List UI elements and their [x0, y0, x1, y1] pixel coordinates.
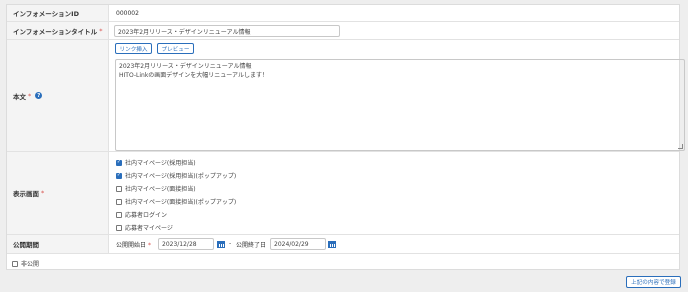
body-label: 本文 *?	[7, 40, 109, 151]
body-row: 本文 *? リンク挿入 プレビュー 2023年2月リリース・デザインリニューアル情…	[7, 40, 685, 152]
body-textarea[interactable]: 2023年2月リリース・デザインリニューアル情報 HITO-Linkの画面デザイ…	[115, 59, 685, 151]
preview-button[interactable]: プレビュー	[157, 43, 194, 54]
checkbox-icon[interactable]	[116, 185, 122, 192]
body-line-2: HITO-Linkの画面デザインを大幅リニューアルします！	[119, 71, 268, 79]
checkbox-icon[interactable]	[116, 211, 122, 218]
title-label: インフォメーションタイトル *	[7, 22, 109, 39]
help-icon[interactable]: ?	[35, 92, 43, 99]
screen-option-5[interactable]: 応募者ログイン	[116, 210, 167, 219]
info-id-value: 000002	[116, 10, 139, 17]
calendar-icon[interactable]	[217, 240, 225, 248]
private-option[interactable]: 非公開	[12, 259, 39, 268]
start-date-input[interactable]: 2023/12/28	[158, 238, 214, 250]
start-date-label: 公開開始日 *	[116, 242, 152, 249]
end-date-input[interactable]: 2024/02/29	[270, 238, 326, 250]
submit-button[interactable]: 上記の内容で登録	[626, 276, 681, 288]
period-row: 公開期間 公開開始日 * 2023/12/28 - 公開終了日 2024/02/2…	[7, 235, 679, 254]
calendar-icon[interactable]	[328, 240, 336, 248]
private-row: 非公開	[7, 254, 679, 270]
screen-option-3[interactable]: 社内マイページ(面接担当)	[116, 184, 196, 193]
info-id-label: インフォメーションID	[7, 5, 109, 21]
insert-link-button[interactable]: リンク挿入	[115, 43, 152, 54]
display-screens-label: 表示画面 *	[7, 152, 109, 234]
display-screens-row: 表示画面 * ✓ 社内マイページ(採用担当) ✓ 社内マイページ(採用担当)(ポップア…	[7, 152, 679, 235]
body-line-1: 2023年2月リリース・デザインリニューアル情報	[119, 63, 252, 70]
checkbox-icon[interactable]	[116, 198, 122, 205]
screen-option-2[interactable]: ✓ 社内マイページ(採用担当)(ポップアップ)	[116, 171, 236, 180]
title-row: インフォメーションタイトル * 2023年2月リリース・デザインリニューアル情報	[7, 22, 679, 40]
checkbox-checked-icon[interactable]: ✓	[116, 159, 122, 166]
resize-grip-icon[interactable]	[678, 144, 683, 149]
date-separator: -	[229, 240, 232, 247]
checkbox-checked-icon[interactable]: ✓	[116, 172, 122, 179]
info-id-row: インフォメーションID 000002	[7, 5, 679, 22]
title-input[interactable]: 2023年2月リリース・デザインリニューアル情報	[114, 25, 340, 37]
info-form-card: インフォメーションID 000002 インフォメーションタイトル * 2023年2…	[6, 4, 685, 270]
checkbox-icon[interactable]	[12, 260, 18, 267]
end-date-label: 公開終了日	[236, 242, 267, 249]
period-label: 公開期間	[7, 235, 109, 253]
checkbox-icon[interactable]	[116, 224, 122, 231]
screen-option-6[interactable]: 応募者マイページ	[116, 223, 173, 232]
screen-option-1[interactable]: ✓ 社内マイページ(採用担当)	[116, 158, 196, 167]
screen-option-4[interactable]: 社内マイページ(面接担当)(ポップアップ)	[116, 197, 236, 206]
